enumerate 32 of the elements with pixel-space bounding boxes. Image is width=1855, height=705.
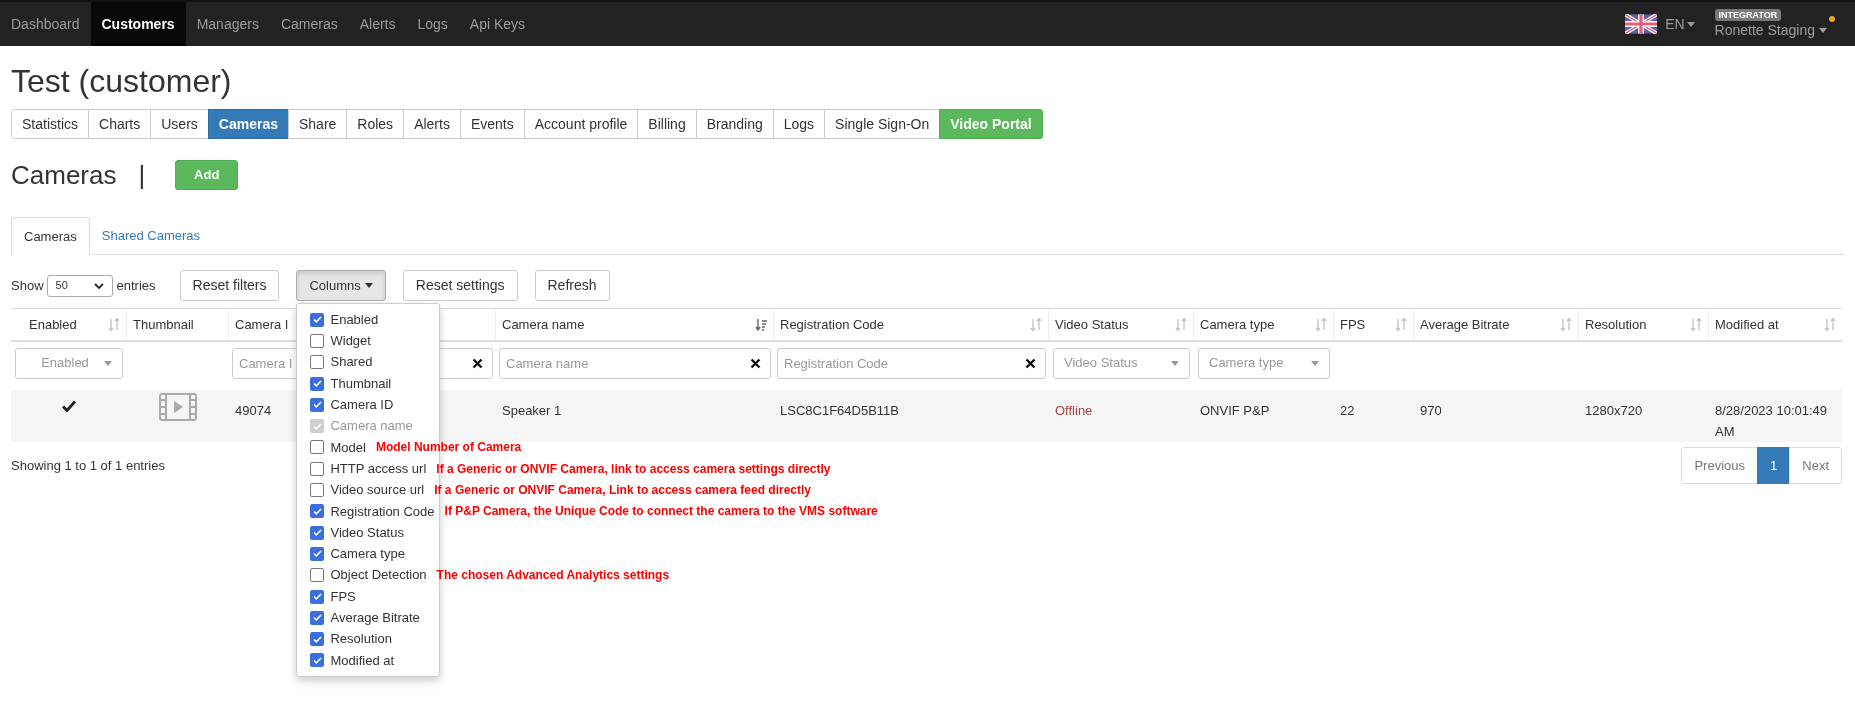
column-header: Registration Code — [780, 315, 885, 334]
section-title: Cameras — [11, 158, 117, 192]
role-badge: INTEGRATOR — [1714, 9, 1782, 21]
entries-label: entries — [116, 276, 156, 295]
page-title: Test (customer) — [11, 62, 233, 100]
column-header: Thumbnail — [133, 315, 194, 334]
column-header: Average Bitrate — [1420, 315, 1510, 334]
column-header: Camera name — [502, 315, 585, 334]
column-header: Camera I — [235, 315, 289, 334]
column-header: Camera type — [1200, 315, 1275, 334]
column-header: Resolution — [1585, 315, 1647, 334]
column-header: Enabled — [29, 315, 77, 334]
table-cell: 8/28/2023 10:01:49 AM — [1715, 403, 1828, 439]
annotation-text: If P&P Camera, the Unique Code to connect the camera to the VMS software — [444, 503, 878, 521]
table-cell: LSC8C1F64D5B11B — [780, 403, 899, 418]
table-cell: Speaker 1 — [502, 403, 562, 418]
table-cell: 49074 — [235, 403, 272, 418]
annotation-text: If a Generic or ONVIF Camera, link to access camera settings directly — [436, 460, 831, 478]
annotation-text: The chosen Advanced Analytics settings — [436, 567, 670, 585]
annotation-text: If a Generic or ONVIF Camera, Link to access camera feed directly — [434, 482, 812, 499]
table-cell: 970 — [1420, 403, 1442, 418]
table-cell: Offline — [1055, 403, 1093, 418]
column-header: Video Status — [1055, 315, 1129, 334]
show-label: Show — [11, 276, 44, 295]
annotation-text: Model Number of Camera — [375, 439, 522, 457]
table-info: Showing 1 to 1 of 1 entries — [11, 456, 165, 475]
table-cell: 1280x720 — [1585, 403, 1643, 418]
title-separator: | — [138, 158, 146, 192]
table-cell: ONVIF P&P — [1200, 403, 1270, 418]
column-header: FPS — [1340, 315, 1366, 334]
table-cell: 22 — [1340, 403, 1355, 418]
column-header: Modified at — [1715, 315, 1779, 334]
